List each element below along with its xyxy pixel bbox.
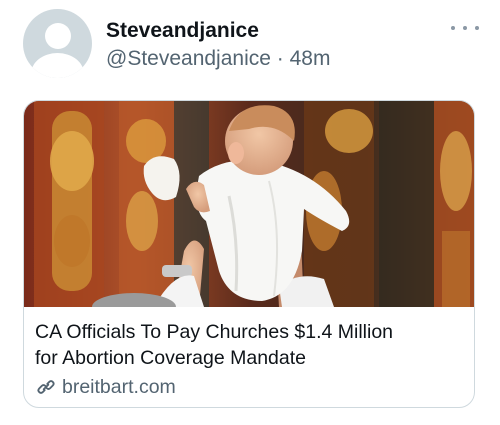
avatar-placeholder-body <box>31 53 84 78</box>
link-preview-card[interactable]: CA Officials To Pay Churches $1.4 Millio… <box>23 100 475 408</box>
tweet[interactable]: Steveandjanice @Steveandjanice · 48m CA … <box>0 0 500 425</box>
card-title-line1: CA Officials To Pay Churches $1.4 Millio… <box>35 321 394 343</box>
avatar[interactable] <box>23 9 92 78</box>
more-dot <box>451 26 455 30</box>
more-horizontal-icon[interactable] <box>451 18 479 38</box>
card-text: CA Officials To Pay Churches $1.4 Millio… <box>35 319 465 400</box>
more-dot <box>463 26 467 30</box>
card-image[interactable] <box>24 101 475 307</box>
author-meta: @Steveandjanice · 48m <box>106 46 330 72</box>
card-domain-text: breitbart.com <box>62 376 176 398</box>
author-display-name[interactable]: Steveandjanice <box>106 18 259 44</box>
avatar-placeholder-head <box>45 23 71 49</box>
meta-separator: · <box>276 47 284 70</box>
card-domain[interactable]: breitbart.com <box>35 374 465 400</box>
card-title[interactable]: CA Officials To Pay Churches $1.4 Millio… <box>35 319 465 371</box>
more-dot <box>475 26 479 30</box>
author-handle[interactable]: @Steveandjanice <box>106 47 271 70</box>
link-icon <box>37 380 55 394</box>
tweet-timestamp[interactable]: 48m <box>290 47 331 70</box>
card-title-line2: for Abortion Coverage Mandate <box>35 347 307 369</box>
